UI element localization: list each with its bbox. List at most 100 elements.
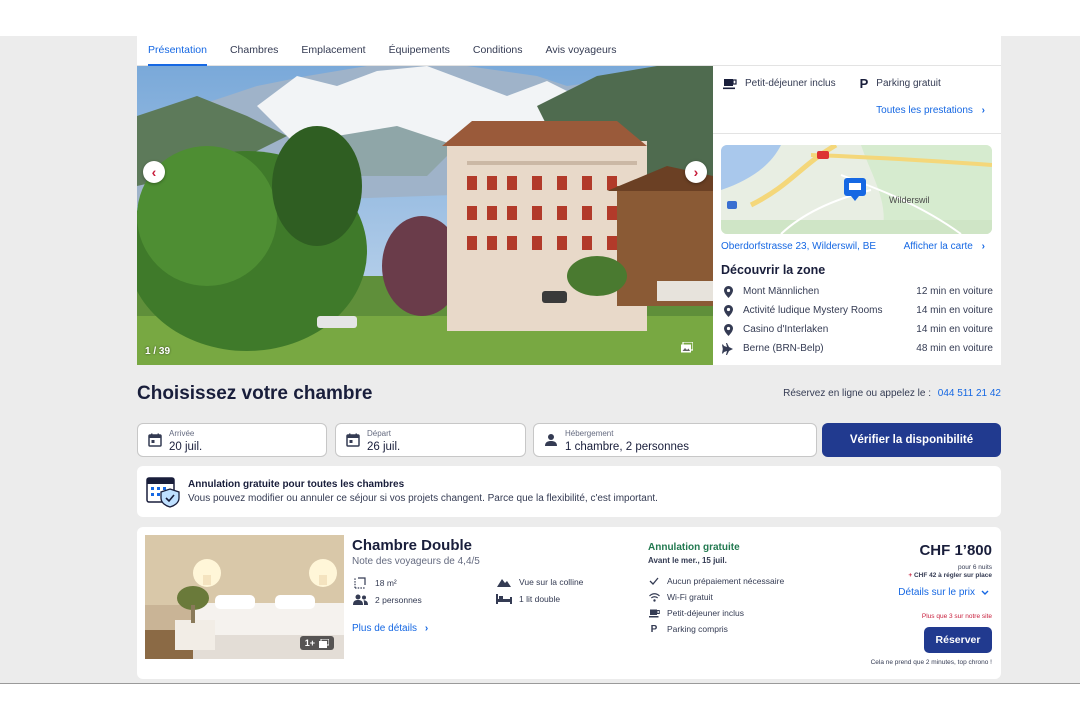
room-name: Chambre Double xyxy=(352,537,473,554)
show-map-link[interactable]: Afficher la carte › xyxy=(904,241,985,252)
tab-presentation[interactable]: Présentation xyxy=(148,36,207,66)
room-scarcity: Plus que 3 sur notre site xyxy=(921,613,992,620)
mountain-icon xyxy=(496,577,512,587)
bed-icon xyxy=(496,594,512,604)
list-item: Petit-déjeuner inclus xyxy=(648,605,784,621)
calendar-icon xyxy=(346,433,360,447)
people-icon xyxy=(352,594,368,605)
guests-field[interactable]: Hébergement 1 chambre, 2 personnes xyxy=(533,423,817,457)
poi-name: Berne (BRN-Belp) xyxy=(743,343,824,354)
hotel-photo-gallery[interactable]: ‹ › 1 / 39 xyxy=(137,66,713,365)
parking-icon: P xyxy=(650,623,658,635)
person-icon xyxy=(544,433,558,447)
poi-distance: 14 min en voiture xyxy=(916,305,993,316)
price-details-toggle[interactable]: Détails sur le prix xyxy=(898,587,989,598)
hotel-address[interactable]: Oberdorfstrasse 23, Wilderswil, BE xyxy=(721,241,876,252)
room-view: Vue sur la colline xyxy=(496,577,583,587)
map-image: Wilderswil xyxy=(721,145,992,234)
room-nights: pour 6 nuits xyxy=(958,564,992,571)
chevron-down-icon xyxy=(981,587,989,598)
rooms-section-title: Choisissez votre chambre xyxy=(137,383,373,404)
list-item: Mont Männlichen 12 min en voiture xyxy=(721,282,993,301)
chevron-right-icon: › xyxy=(981,105,985,116)
arrival-date-field[interactable]: Arrivée 20 juil. xyxy=(137,423,327,457)
room-bed: 1 lit double xyxy=(496,594,560,604)
departure-date-field[interactable]: Départ 26 juil. xyxy=(335,423,526,457)
poi-distance: 48 min en voiture xyxy=(916,343,993,354)
amenity-parking-label: Parking gratuit xyxy=(876,78,941,89)
calendar-shield-icon xyxy=(146,477,180,508)
amenity-breakfast: Petit-déjeuner inclus xyxy=(723,78,836,90)
gallery-icon[interactable] xyxy=(681,342,693,353)
room-price: CHF 1’800 xyxy=(919,542,992,559)
inclusion-label: Aucun prépaiement nécessaire xyxy=(667,576,785,586)
pin-icon xyxy=(721,304,735,317)
pin-icon xyxy=(721,285,735,298)
guests-value: 1 chambre, 2 personnes xyxy=(565,441,690,453)
room-area: 18 m² xyxy=(352,577,397,589)
calendar-icon xyxy=(148,433,162,447)
list-item: Activité ludique Mystery Rooms 14 min en… xyxy=(721,301,993,320)
amenity-breakfast-label: Petit-déjeuner inclus xyxy=(745,78,836,89)
room-area-label: 18 m² xyxy=(375,578,397,588)
tab-amenities[interactable]: Équipements xyxy=(389,36,450,66)
property-summary-panel: Petit-déjeuner inclus P Parking gratuit … xyxy=(713,66,1001,365)
room-bed-label: 1 lit double xyxy=(519,594,561,604)
chevron-left-icon: ‹ xyxy=(151,164,157,180)
map-town-label: Wilderswil xyxy=(889,195,930,205)
phone-number-link[interactable]: 044 511 21 42 xyxy=(938,388,1001,399)
chevron-right-icon: › xyxy=(424,623,429,634)
guests-label: Hébergement xyxy=(565,429,614,438)
location-map[interactable]: Wilderswil xyxy=(721,145,992,234)
phone-line: Réservez en ligne ou appelez le : 044 51… xyxy=(783,388,1001,399)
check-icon xyxy=(648,577,660,585)
inclusion-label: Wi-Fi gratuit xyxy=(667,592,713,602)
room-photo[interactable]: 1+ xyxy=(145,535,344,659)
gallery-next-button[interactable]: › xyxy=(685,161,707,183)
phone-label: Réservez en ligne ou appelez le : xyxy=(783,388,931,399)
check-availability-button[interactable]: Vérifier la disponibilité xyxy=(822,423,1001,457)
arrival-label: Arrivée xyxy=(169,429,195,438)
room-photo-count[interactable]: 1+ xyxy=(299,636,334,650)
room-card: 1+ Chambre Double Note des voyageurs de … xyxy=(137,527,1001,679)
show-map-label: Afficher la carte xyxy=(903,241,973,252)
room-details-label: Plus de détails xyxy=(352,623,418,634)
list-item: Berne (BRN-Belp) 48 min en voiture xyxy=(721,339,993,358)
panel-divider xyxy=(713,133,1001,134)
all-amenities-label: Toutes les prestations xyxy=(876,105,973,116)
room-photo-count-label: 1+ xyxy=(304,638,315,648)
room-details-link[interactable]: Plus de détails › xyxy=(352,623,428,634)
room-view-label: Vue sur la colline xyxy=(519,577,584,587)
all-amenities-link[interactable]: Toutes les prestations › xyxy=(876,105,985,116)
tax-plus: + xyxy=(908,572,913,579)
chevron-right-icon: › xyxy=(693,164,699,180)
tab-conditions[interactable]: Conditions xyxy=(473,36,523,66)
gallery-icon xyxy=(319,638,329,648)
tab-location[interactable]: Emplacement xyxy=(301,36,365,66)
arrival-value: 20 juil. xyxy=(169,441,203,453)
poi-distance: 12 min en voiture xyxy=(916,286,993,297)
free-cancellation-banner: Annulation gratuite pour toutes les cham… xyxy=(137,466,1001,517)
plane-icon xyxy=(721,342,735,355)
inclusion-label: Petit-déjeuner inclus xyxy=(667,608,745,618)
departure-value: 26 juil. xyxy=(367,441,401,453)
tab-reviews[interactable]: Avis voyageurs xyxy=(546,36,617,66)
room-cancellation-date: Avant le mer., 15 juil. xyxy=(648,556,727,565)
hotel-photo xyxy=(137,66,713,365)
poi-distance: 14 min en voiture xyxy=(916,324,993,335)
reserve-button[interactable]: Réserver xyxy=(924,627,992,653)
gallery-counter: 1 / 39 xyxy=(145,346,171,357)
gallery-prev-button[interactable]: ‹ xyxy=(143,161,165,183)
top-strip xyxy=(0,0,1080,36)
inclusion-label: Parking compris xyxy=(667,624,728,634)
section-tabs: Présentation Chambres Emplacement Équipe… xyxy=(137,36,1001,66)
room-tax: + CHF 42 à régler sur place xyxy=(908,572,992,579)
room-quick-note: Cela ne prend que 2 minutes, top chrono … xyxy=(870,659,992,666)
chevron-right-icon: › xyxy=(981,241,985,252)
tab-rooms[interactable]: Chambres xyxy=(230,36,278,66)
coffee-icon xyxy=(648,609,660,618)
amenity-parking: P Parking gratuit xyxy=(860,76,941,91)
cancellation-title: Annulation gratuite pour toutes les cham… xyxy=(188,479,405,490)
cancellation-description: Vous pouvez modifier ou annuler ce séjou… xyxy=(188,493,658,504)
room-capacity-label: 2 personnes xyxy=(375,594,422,605)
